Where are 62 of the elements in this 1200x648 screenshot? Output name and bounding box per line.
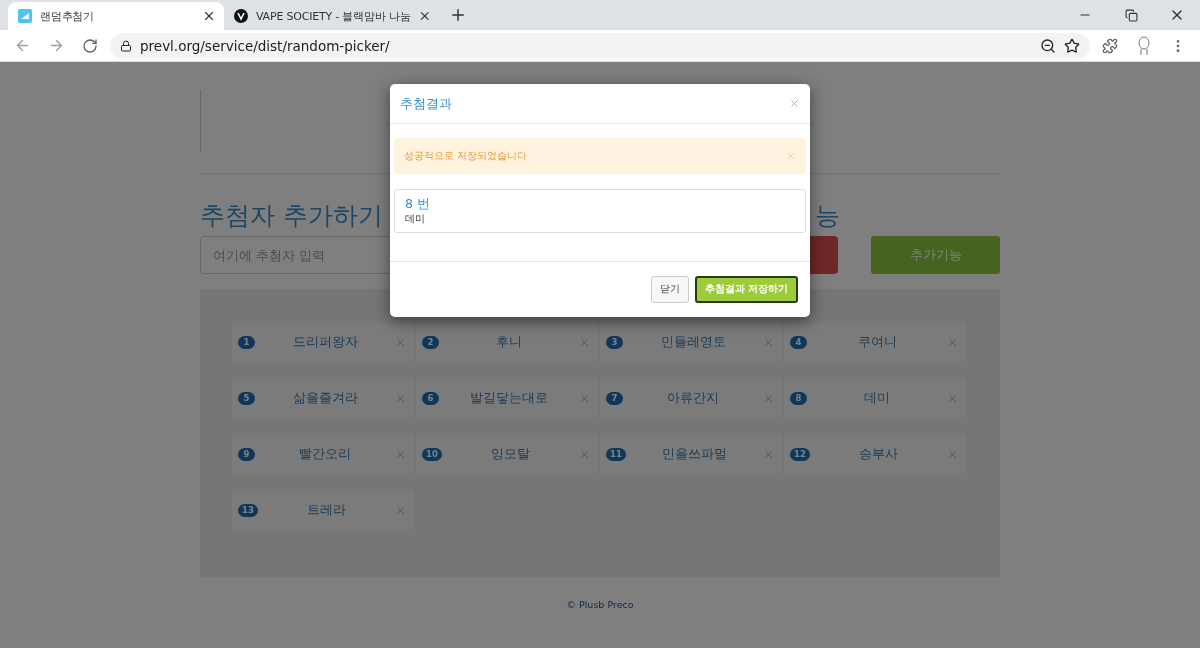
dialog-title: 추첨결과 xyxy=(400,94,452,113)
entry-name: 삶을즐겨라 xyxy=(291,389,359,407)
number-badge: 6 xyxy=(422,391,439,405)
entry-name: 후니 xyxy=(495,333,523,351)
remove-icon[interactable] xyxy=(579,392,590,404)
remove-icon[interactable] xyxy=(579,448,590,460)
number-badge: 13 xyxy=(238,503,258,517)
number-badge: 7 xyxy=(606,391,623,405)
close-button[interactable]: 닫기 xyxy=(650,276,689,303)
entry-name: 민을쓰파멀 xyxy=(660,445,728,463)
number-badge: 8 xyxy=(790,391,807,405)
number-badge: 5 xyxy=(238,391,255,405)
profile-icon[interactable] xyxy=(1138,35,1150,56)
site-icon xyxy=(234,9,248,23)
lock-icon xyxy=(120,39,132,52)
footer-text: © Plusb Preco xyxy=(566,599,634,610)
address-bar[interactable]: prevl.org/service/dist/random-picker/ xyxy=(110,32,1090,59)
entry-name: 데미 xyxy=(863,389,891,407)
remove-icon[interactable] xyxy=(579,336,590,348)
remove-icon[interactable] xyxy=(947,448,958,460)
entry-name: 쿠여니 xyxy=(856,333,898,351)
bookmark-icon[interactable] xyxy=(1064,37,1080,54)
number-badge: 1 xyxy=(238,335,255,349)
remove-icon[interactable] xyxy=(763,336,774,348)
number-badge: 2 xyxy=(422,335,439,349)
app-icon xyxy=(18,9,32,23)
reload-icon[interactable] xyxy=(82,37,98,54)
entry-name: 승부사 xyxy=(857,445,899,463)
browser-tab[interactable]: VAPE SOCIETY - 블랙맘바 나눔 xyxy=(224,2,440,30)
section-heading: 능 xyxy=(815,200,840,232)
alert-text: 성공적으로 저장되었습니다 xyxy=(404,149,528,163)
browser-tab[interactable]: 랜덤추첨기 xyxy=(8,2,224,30)
remove-icon[interactable] xyxy=(763,448,774,460)
close-icon[interactable] xyxy=(202,9,216,23)
entry-name: 발길닿는대로 xyxy=(469,389,549,407)
number-badge: 3 xyxy=(606,335,623,349)
result-number: 8 번 xyxy=(405,196,431,213)
entry-name: 드리퍼왕자 xyxy=(291,333,359,351)
extensions-icon[interactable] xyxy=(1102,37,1118,54)
restore-icon[interactable] xyxy=(1124,8,1138,22)
number-badge: 11 xyxy=(606,447,626,461)
remove-icon[interactable] xyxy=(947,336,958,348)
number-badge: 9 xyxy=(238,447,255,461)
number-badge: 4 xyxy=(790,335,807,349)
close-icon[interactable] xyxy=(418,9,432,23)
remove-icon[interactable] xyxy=(395,336,406,348)
remove-icon[interactable] xyxy=(763,392,774,404)
remove-icon[interactable] xyxy=(947,392,958,404)
new-tab-icon[interactable] xyxy=(449,6,467,24)
entry-name: 아류간지 xyxy=(666,389,720,407)
section-heading: 추첨자 추가하기 xyxy=(200,200,383,232)
remove-icon[interactable] xyxy=(395,392,406,404)
remove-icon[interactable] xyxy=(395,448,406,460)
number-badge: 12 xyxy=(790,447,810,461)
entry-name: 빨간오리 xyxy=(298,445,352,463)
entry-name: 잉모탈 xyxy=(489,445,531,463)
result-name: 데미 xyxy=(405,213,426,226)
entry-name: 민들레영토 xyxy=(659,333,727,351)
zoom-icon[interactable] xyxy=(1040,37,1056,54)
number-badge: 10 xyxy=(422,447,442,461)
remove-icon[interactable] xyxy=(395,504,406,516)
entry-name: 트레라 xyxy=(305,501,347,519)
